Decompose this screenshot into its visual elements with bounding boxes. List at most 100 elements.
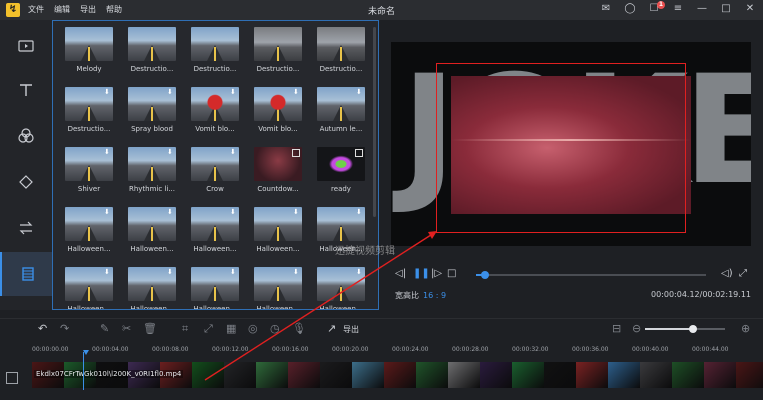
next-frame-icon[interactable]: |▷ [431,268,442,279]
minimize-icon[interactable]: — [695,3,709,14]
close-icon[interactable]: ✕ [743,3,757,14]
cut-icon[interactable]: ✂ [122,322,131,335]
select-checkbox[interactable] [355,149,363,157]
volume-icon[interactable]: ◁) [721,268,733,279]
sidebar-item-overlays[interactable] [0,160,52,204]
sidebar-item-effects[interactable] [0,252,54,296]
effect-tile[interactable]: ⬇ Crow [191,147,239,193]
redo-icon[interactable]: ↷ [60,322,69,335]
effect-tile[interactable]: ⬇ Autumn le... [317,87,365,133]
menu-icon[interactable]: ≡ [671,3,685,14]
menu-help[interactable]: 帮助 [106,4,122,15]
sidebar-item-media[interactable] [0,24,52,68]
progress-knob[interactable] [481,271,490,279]
chat-icon[interactable]: ✉ [599,3,613,14]
effect-tile[interactable]: Destructio... [317,27,365,73]
playback-progress[interactable] [476,271,706,279]
delete-icon[interactable]: 🗑 [143,322,157,335]
download-icon[interactable]: ⬇ [293,89,300,96]
download-icon[interactable]: ⬇ [356,89,363,96]
effect-tile[interactable]: ⬇ Halloween... [191,207,239,253]
fullscreen-icon[interactable]: ⤢ [739,268,747,279]
speed-icon[interactable]: ◷ [270,322,280,335]
download-icon[interactable]: ⬇ [167,89,174,96]
download-icon[interactable]: ⬇ [356,209,363,216]
download-icon[interactable]: ⬇ [230,269,237,276]
select-checkbox[interactable] [292,149,300,157]
undo-icon[interactable]: ↶ [38,322,47,335]
snapshot-icon[interactable]: ◎ [248,322,258,335]
export-icon[interactable]: ↗ [327,322,336,335]
effect-tile[interactable]: ⬇ Spray blood [128,87,176,133]
menu-edit[interactable]: 编辑 [54,4,70,15]
effect-tile[interactable]: Destructio... [254,27,302,73]
account-icon[interactable]: ◯ [623,3,637,14]
effect-tile[interactable]: ⬇ Halloween... [191,267,239,309]
effect-thumbnail [254,27,302,61]
resize-icon[interactable]: ⤢ [204,322,213,336]
maximize-icon[interactable]: □ [719,3,733,14]
effect-tile[interactable]: ⬇ Halloween... [128,207,176,253]
download-icon[interactable]: ⬇ [104,89,111,96]
video-track[interactable]: Ekdlx07CFrTwGk010l\l200K_v0RI1fl0.mp4 [32,362,763,388]
ruler-tick-label: 00:00:16.00 [272,346,309,353]
sidebar-item-filters[interactable] [0,114,52,158]
effect-tile[interactable]: Countdow... [254,147,302,193]
effect-tile[interactable]: ⬇ Halloween... [65,207,113,253]
effect-tile[interactable]: ⬇ Halloween... [254,267,302,309]
effect-tile[interactable]: Melody [65,27,113,73]
zoom-knob[interactable] [689,325,697,333]
download-icon[interactable]: ⬇ [230,149,237,156]
download-icon[interactable]: ⬇ [230,209,237,216]
fit-icon[interactable]: ⊟ [612,322,621,335]
effect-tile[interactable]: ⬇ Halloween... [254,207,302,253]
sidebar-item-transitions[interactable] [0,206,52,250]
download-icon[interactable]: ⬇ [167,149,174,156]
effect-thumbnail: ⬇ [128,87,176,121]
download-icon[interactable]: ⬇ [293,269,300,276]
message-icon[interactable]: ☐ 1 [647,1,665,14]
prev-frame-icon[interactable]: ◁| [395,268,406,279]
effect-tile[interactable]: ⬇ Destructio... [65,87,113,133]
pause-button[interactable]: ❚❚ [413,268,430,279]
menu-export[interactable]: 导出 [80,4,96,15]
effect-tile[interactable]: Destructio... [128,27,176,73]
track-frame [352,362,384,388]
zoom-slider[interactable] [645,325,725,333]
effect-tile[interactable]: ⬇ Rhythmic li... [128,147,176,193]
aspect-label: 宽高比 [395,291,419,300]
edit-icon[interactable]: ✎ [100,322,109,335]
sidebar-item-text[interactable] [0,68,52,112]
zoom-out-icon[interactable]: ⊖ [632,322,641,335]
aspect-ratio[interactable]: 宽高比 16 : 9 [395,290,446,301]
effect-label: Halloween... [67,245,111,253]
effect-tile[interactable]: ⬇ Halloween... [65,267,113,309]
stop-button[interactable]: □ [447,268,456,279]
menu-file[interactable]: 文件 [28,4,44,15]
library-scrollbar[interactable] [373,27,376,217]
effect-thumbnail: ⬇ [65,147,113,181]
playhead-line[interactable] [83,352,84,390]
effect-tile[interactable]: ⬇ Vomit blo... [191,87,239,133]
zoom-in-icon[interactable]: ⊕ [741,322,750,335]
download-icon[interactable]: ⬇ [104,209,111,216]
effect-tile[interactable]: ⬇ Halloween... [317,267,365,309]
download-icon[interactable]: ⬇ [356,269,363,276]
effect-tile[interactable]: ⬇ Vomit blo... [254,87,302,133]
media-icon [18,40,34,52]
effect-tile[interactable]: Destructio... [191,27,239,73]
download-icon[interactable]: ⬇ [167,269,174,276]
mosaic-icon[interactable]: ▦ [226,322,236,335]
effect-tile[interactable]: ⬇ Halloween... [128,267,176,309]
download-icon[interactable]: ⬇ [167,209,174,216]
voiceover-icon[interactable]: 🎙 [292,322,306,335]
download-icon[interactable]: ⬇ [104,149,111,156]
timeline-ruler[interactable]: 00:00:00.00 00:00:04.00 00:00:08.00 00:00:1… [0,340,763,358]
crop-icon[interactable]: ⌗ [182,322,188,336]
download-icon[interactable]: ⬇ [104,269,111,276]
effect-tile[interactable]: ⬇ Shiver [65,147,113,193]
download-icon[interactable]: ⬇ [230,89,237,96]
download-icon[interactable]: ⬇ [293,209,300,216]
effect-tile[interactable]: ready [317,147,365,193]
export-button[interactable]: 导出 [343,324,359,335]
